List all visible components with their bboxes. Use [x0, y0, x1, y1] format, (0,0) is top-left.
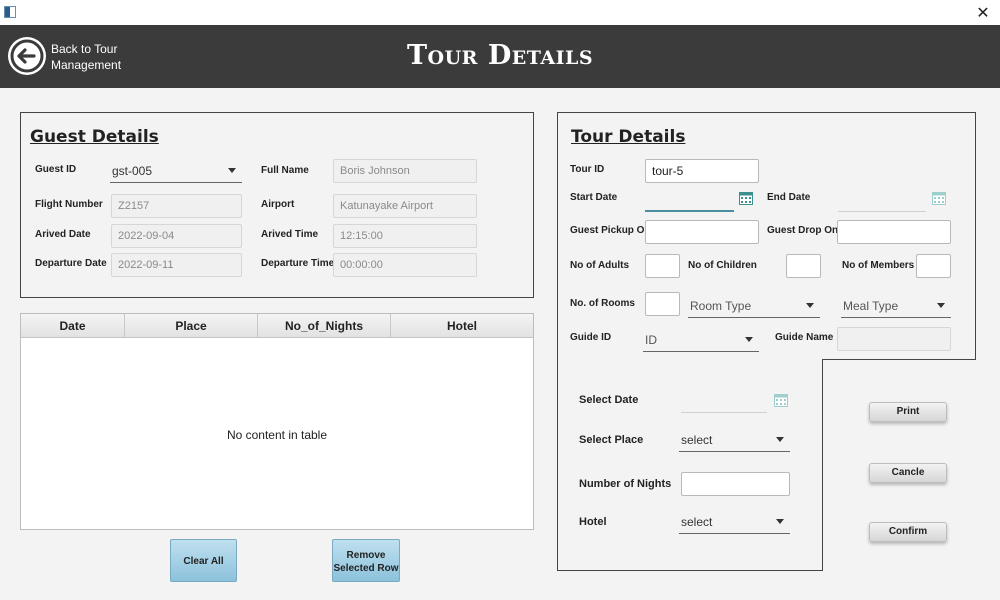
airport-label: Airport: [261, 199, 295, 210]
hotel-label: Hotel: [579, 516, 607, 528]
arrived-time-field: 12:15:00: [333, 224, 477, 248]
departure-time-field: 00:00:00: [333, 253, 477, 277]
remove-label-line1: Remove: [346, 550, 386, 561]
guide-id-select[interactable]: ID: [643, 328, 759, 352]
airport-field: Katunayake Airport: [333, 194, 477, 218]
table-empty-message: No content in table: [226, 428, 328, 442]
remove-label-line2: Selected Row: [333, 563, 399, 574]
children-input[interactable]: [786, 254, 821, 278]
chevron-down-icon: [776, 437, 784, 442]
cancel-button[interactable]: Cancle: [869, 463, 947, 483]
adults-label: No of Adults: [570, 260, 630, 271]
column-header-hotel[interactable]: Hotel: [391, 314, 533, 338]
arrived-date-label: Arived Date: [35, 229, 91, 240]
guide-name-field: [837, 327, 951, 351]
end-date-input[interactable]: [838, 190, 926, 212]
guest-id-select[interactable]: gst-005: [110, 159, 242, 183]
calendar-icon[interactable]: [932, 191, 946, 205]
arrived-time-label: Arived Time: [261, 229, 319, 240]
select-place-value: select: [681, 433, 713, 447]
back-button[interactable]: [8, 37, 46, 75]
guest-details-title: Guest Details: [30, 127, 159, 147]
guest-id-label: Guest ID: [35, 164, 77, 175]
adults-input[interactable]: [645, 254, 680, 278]
arrived-date-field: 2022-09-04: [111, 224, 242, 248]
guide-name-label: Guide Name: [775, 332, 834, 343]
back-label-line2: Management: [51, 58, 122, 72]
chevron-down-icon: [745, 337, 753, 342]
arrow-left-icon: [10, 39, 44, 73]
hotel-value: select: [681, 515, 713, 529]
number-of-nights-label: Number of Nights: [579, 478, 672, 490]
chevron-down-icon: [806, 303, 814, 308]
confirm-button[interactable]: Confirm: [869, 522, 947, 542]
window-titlebar: ✕: [0, 0, 1000, 25]
room-type-placeholder: Room Type: [690, 299, 752, 313]
hotel-select[interactable]: select: [679, 510, 790, 534]
departure-date-field: 2022-09-11: [111, 253, 242, 277]
guest-pickup-input[interactable]: [645, 220, 759, 244]
clear-all-button[interactable]: Clear All: [170, 539, 237, 582]
flight-number-field: Z2157: [111, 194, 242, 218]
chevron-down-icon: [937, 303, 945, 308]
page-title: Tour Details: [406, 40, 594, 71]
number-of-nights-input[interactable]: [681, 472, 790, 496]
select-date-input[interactable]: [681, 391, 767, 413]
flight-number-label: Flight Number: [35, 199, 103, 210]
remove-selected-row-button[interactable]: Remove Selected Row: [332, 539, 400, 582]
column-header-place[interactable]: Place: [125, 314, 258, 338]
departure-time-label: Departure Time: [261, 258, 335, 269]
tour-details-title: Tour Details: [571, 127, 686, 147]
rooms-label: No. of Rooms: [570, 298, 635, 309]
back-to-tour-management-link[interactable]: Back to Tour Management: [51, 41, 141, 73]
meal-type-select[interactable]: Meal Type: [841, 294, 951, 318]
select-place-label: Select Place: [579, 434, 644, 446]
select-date-label: Select Date: [579, 394, 639, 406]
print-button[interactable]: Print: [869, 402, 947, 422]
room-type-select[interactable]: Room Type: [688, 294, 820, 318]
start-date-label: Start Date: [570, 192, 618, 203]
window-close-button[interactable]: ✕: [966, 0, 1000, 25]
rooms-input[interactable]: [645, 292, 680, 316]
members-label: No of Members: [842, 260, 915, 271]
tour-id-label: Tour ID: [570, 164, 605, 175]
chevron-down-icon: [228, 168, 236, 173]
start-date-input[interactable]: [645, 190, 734, 212]
guide-id-label: Guide ID: [570, 332, 612, 343]
guest-drop-label: Guest Drop On: [767, 225, 839, 236]
select-place-select[interactable]: select: [679, 428, 790, 452]
chevron-down-icon: [776, 519, 784, 524]
guide-id-placeholder: ID: [645, 333, 657, 347]
full-name-label: Full Name: [261, 165, 309, 176]
column-header-date[interactable]: Date: [21, 314, 125, 338]
children-label: No of Children: [688, 260, 757, 271]
column-header-nights[interactable]: No_of_Nights: [258, 314, 391, 338]
guest-drop-input[interactable]: [837, 220, 951, 244]
meal-type-placeholder: Meal Type: [843, 299, 899, 313]
table-header: Date Place No_of_Nights Hotel: [21, 314, 533, 338]
calendar-icon[interactable]: [739, 191, 753, 205]
guest-pickup-label: Guest Pickup On: [570, 225, 651, 236]
guest-id-value: gst-005: [112, 164, 153, 178]
full-name-field: Boris Johnson: [333, 159, 477, 183]
itinerary-table[interactable]: Date Place No_of_Nights Hotel No content…: [20, 313, 534, 530]
end-date-label: End Date: [767, 192, 811, 203]
members-input[interactable]: [916, 254, 951, 278]
back-label-line1: Back to Tour: [51, 42, 118, 56]
tour-id-input[interactable]: tour-5: [645, 159, 759, 183]
departure-date-label: Departure Date: [35, 258, 107, 269]
calendar-icon[interactable]: [774, 393, 788, 407]
app-icon: [4, 6, 16, 18]
